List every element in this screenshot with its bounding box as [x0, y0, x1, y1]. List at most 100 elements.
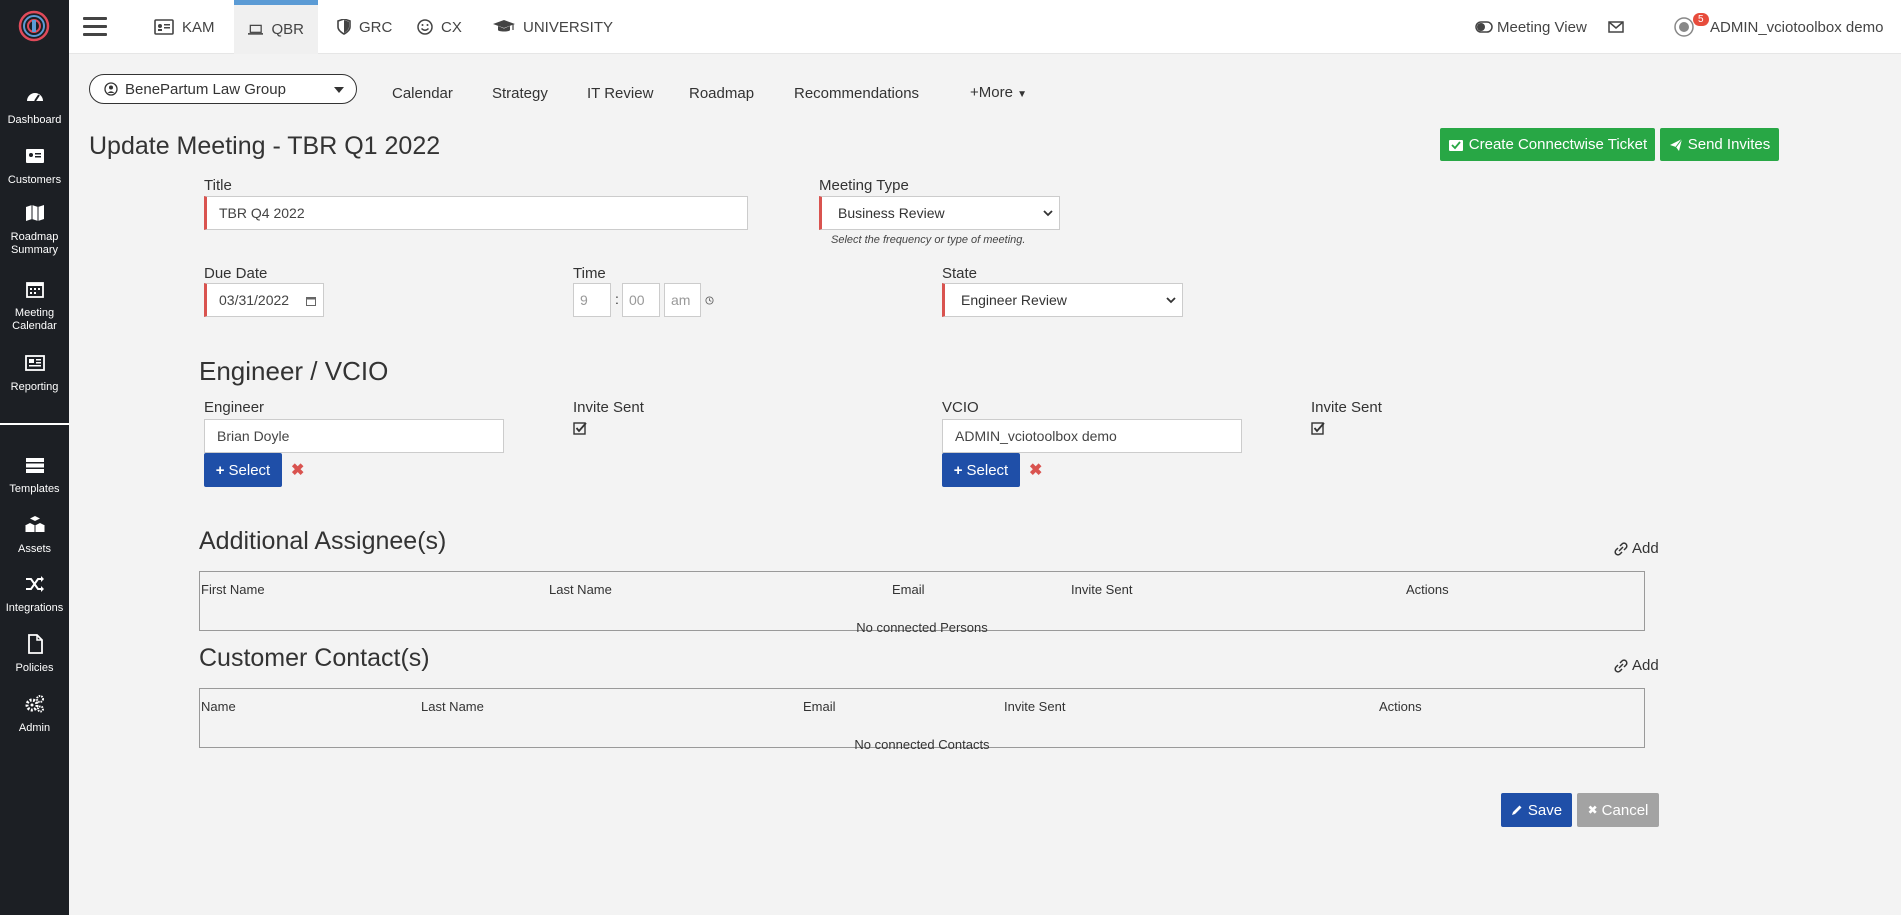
create-connectwise-ticket-button[interactable]: Create Connectwise Ticket	[1440, 128, 1655, 161]
sidebar-item-reporting[interactable]: Reporting	[0, 353, 69, 394]
map-icon	[25, 205, 44, 221]
column-header: Email	[892, 582, 925, 597]
time-ampm-value: am	[671, 292, 691, 308]
column-header: Last Name	[549, 582, 612, 597]
sidebar-item-integrations[interactable]: Integrations	[0, 574, 69, 615]
link-icon	[1614, 658, 1628, 673]
engineer-label: Engineer	[204, 399, 265, 416]
engineer-remove-icon[interactable]: ✖	[291, 460, 304, 480]
sidebar-item-admin[interactable]: Admin	[0, 694, 69, 735]
hamburger-menu-icon[interactable]	[83, 17, 107, 37]
checked-checkbox-icon[interactable]	[573, 421, 587, 435]
customer-select[interactable]: BenePartum Law Group	[89, 74, 357, 104]
smile-icon	[417, 19, 433, 35]
vcio-remove-icon[interactable]: ✖	[1029, 460, 1042, 480]
graduation-cap-icon	[493, 20, 515, 32]
tab-qbr[interactable]: QBR	[234, 0, 318, 54]
send-invites-button[interactable]: Send Invites	[1660, 128, 1779, 161]
customer-name: BenePartum Law Group	[125, 80, 286, 98]
time-minute-input[interactable]: 00	[622, 283, 660, 317]
gears-icon	[25, 695, 44, 713]
mail-button[interactable]	[1608, 0, 1624, 54]
add-contact-link[interactable]: Add	[1614, 657, 1659, 674]
state-select[interactable]: Engineer Review	[942, 283, 1183, 317]
sidebar: Dashboard Customers Roadmap Summary Meet…	[0, 0, 69, 915]
additional-assignees-heading: Additional Assignee(s)	[199, 527, 447, 555]
link-icon	[1614, 541, 1628, 556]
sidebar-item-label: Admin	[18, 722, 51, 734]
nav-calendar[interactable]: Calendar	[392, 85, 453, 102]
contacts-table: Name Last Name Email Invite Sent Actions…	[199, 688, 1645, 752]
paper-plane-icon	[1669, 138, 1683, 151]
sidebar-item-roadmap-summary[interactable]: Roadmap Summary	[0, 203, 69, 257]
assets-cubes-icon	[24, 516, 45, 532]
top-bar: KAM QBR GRC CX UNIVERSITY Meeting View 5…	[69, 0, 1901, 54]
sidebar-item-policies[interactable]: Policies	[0, 634, 69, 675]
sidebar-item-dashboard[interactable]: Dashboard	[0, 86, 69, 127]
chevron-down-icon	[334, 87, 344, 93]
meeting-type-label: Meeting Type	[819, 177, 909, 194]
sidebar-item-label: Customers	[7, 174, 62, 186]
reporting-icon	[24, 355, 45, 371]
meeting-type-select[interactable]: Business Review	[819, 196, 1060, 230]
cancel-label: Cancel	[1601, 801, 1649, 819]
tab-kam[interactable]: KAM	[140, 0, 229, 54]
calendar-icon[interactable]	[306, 296, 316, 306]
checked-checkbox-icon[interactable]	[1311, 421, 1325, 435]
due-date-input[interactable]: 03/31/2022	[204, 283, 324, 317]
tab-cx[interactable]: CX	[403, 0, 476, 54]
time-ampm-input[interactable]: am	[664, 283, 701, 317]
add-assignee-link[interactable]: Add	[1614, 540, 1659, 557]
title-value: TBR Q4 2022	[219, 205, 305, 221]
chevron-down-icon	[1043, 210, 1053, 217]
customers-card-icon	[25, 149, 44, 163]
meeting-view-label: Meeting View	[1497, 18, 1587, 36]
nav-it-review[interactable]: IT Review	[587, 85, 653, 102]
state-value: Engineer Review	[961, 292, 1067, 308]
save-button[interactable]: Save	[1501, 793, 1572, 827]
meeting-view-toggle[interactable]: Meeting View	[1475, 0, 1587, 54]
create-ticket-label: Create Connectwise Ticket	[1468, 136, 1648, 153]
add-label: Add	[1632, 657, 1659, 674]
sidebar-item-assets[interactable]: Assets	[0, 515, 69, 556]
calendar-icon	[25, 282, 44, 298]
sidebar-item-meeting-calendar[interactable]: Meeting Calendar	[0, 279, 69, 333]
avatar-icon	[1674, 17, 1694, 37]
plus-icon: +	[215, 461, 225, 479]
app-logo-icon[interactable]	[18, 8, 50, 44]
nav-strategy[interactable]: Strategy	[492, 85, 548, 102]
send-invites-label: Send Invites	[1687, 136, 1771, 153]
engineer-select-button[interactable]: + Select	[204, 453, 282, 487]
tab-grc[interactable]: GRC	[323, 0, 406, 54]
vcio-invite-sent-label: Invite Sent	[1311, 399, 1382, 416]
meeting-type-hint: Select the frequency or type of meeting.	[831, 234, 1026, 246]
document-icon	[27, 634, 43, 654]
engineer-vcio-heading: Engineer / VCIO	[199, 356, 389, 386]
column-header: Name	[201, 699, 236, 714]
sidebar-item-label: Policies	[15, 662, 54, 674]
sidebar-item-label: Dashboard	[7, 114, 62, 126]
time-hour-value: 9	[580, 292, 588, 308]
state-label: State	[942, 265, 978, 282]
nav-recommendations[interactable]: Recommendations	[794, 85, 919, 102]
vcio-label: VCIO	[942, 399, 979, 416]
sidebar-item-label: Meeting Calendar	[12, 307, 57, 332]
chevron-down-icon	[1166, 297, 1176, 304]
sidebar-item-customers[interactable]: Customers	[0, 146, 69, 187]
nav-more[interactable]: +More ▼	[970, 84, 1027, 101]
time-hour-input[interactable]: 9	[573, 283, 611, 317]
nav-roadmap[interactable]: Roadmap	[689, 85, 754, 102]
tab-university[interactable]: UNIVERSITY	[479, 0, 627, 54]
tab-label: CX	[441, 18, 462, 36]
tab-label: KAM	[182, 18, 215, 36]
ticket-icon	[1448, 139, 1463, 151]
cancel-button[interactable]: ✖ Cancel	[1577, 793, 1659, 827]
empty-message: No connected Contacts	[854, 737, 990, 752]
sidebar-item-templates[interactable]: Templates	[0, 455, 69, 496]
vcio-select-button[interactable]: + Select	[942, 453, 1020, 487]
column-header: Email	[803, 699, 836, 714]
user-menu[interactable]: ADMIN_vciotoolbox demo	[1674, 0, 1883, 54]
title-input[interactable]: TBR Q4 2022	[204, 196, 748, 230]
envelope-icon	[1608, 21, 1624, 33]
time-minute-value: 00	[629, 292, 645, 308]
